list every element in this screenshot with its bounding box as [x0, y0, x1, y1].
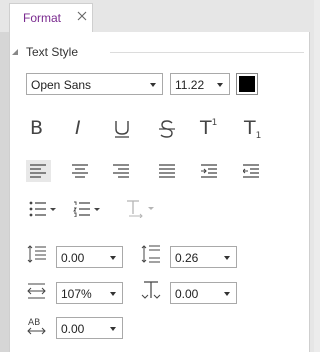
font-family-dropdown[interactable]: Open Sans [26, 73, 163, 95]
line-spacing-value: 0.00 [61, 251, 85, 265]
tab-format[interactable]: Format [9, 3, 93, 32]
char-scale-value: 107% [61, 287, 92, 301]
strikethrough-icon[interactable] [158, 119, 176, 139]
font-family-value: Open Sans [31, 78, 92, 92]
align-center-icon[interactable] [72, 164, 89, 178]
italic-icon[interactable]: I [75, 117, 81, 139]
paragraph-spacing-dropdown[interactable]: 0.26 [170, 246, 237, 268]
scrollbar-track[interactable] [310, 32, 314, 352]
letter-spacing-value: 0.00 [61, 322, 85, 336]
text-direction-icon [127, 200, 154, 218]
chevron-down-icon [150, 83, 156, 87]
chevron-down-icon [217, 83, 223, 87]
paragraph-spacing-icon [141, 245, 160, 263]
collapse-arrow-icon[interactable] [12, 49, 18, 55]
subscript-icon[interactable]: T1 [244, 117, 261, 141]
chevron-down-icon [110, 256, 116, 260]
line-spacing-dropdown[interactable]: 0.00 [56, 246, 123, 268]
left-gutter [0, 32, 9, 352]
outdent-icon[interactable] [243, 164, 260, 178]
font-size-dropdown[interactable]: 11.22 [170, 73, 230, 95]
char-scale-icon [27, 283, 46, 299]
baseline-offset-value: 0.00 [175, 287, 199, 301]
tab-bar: Format [0, 0, 314, 32]
underline-icon[interactable] [113, 119, 131, 139]
baseline-offset-dropdown[interactable]: 0.00 [170, 282, 237, 304]
paragraph-spacing-value: 0.26 [175, 251, 199, 265]
indent-icon[interactable] [201, 164, 218, 178]
close-icon[interactable] [77, 11, 87, 21]
numbered-list-icon[interactable] [73, 201, 103, 217]
chevron-down-icon [110, 292, 116, 296]
baseline-offset-icon [141, 281, 161, 299]
section-title: Text Style [26, 45, 79, 59]
letter-spacing-icon: AB [27, 318, 46, 335]
char-scale-dropdown[interactable]: 107% [56, 282, 123, 304]
superscript-icon[interactable]: T1 [200, 117, 217, 139]
font-color-picker[interactable] [236, 73, 258, 95]
line-spacing-icon [27, 245, 46, 263]
tab-format-label: Format [23, 11, 62, 25]
font-size-value: 11.22 [175, 78, 205, 92]
chevron-down-icon [110, 327, 116, 331]
chevron-down-icon [224, 292, 230, 296]
font-color-swatch [239, 76, 255, 92]
align-justify-icon[interactable] [159, 164, 176, 178]
bold-icon[interactable]: B [30, 117, 43, 139]
letter-spacing-dropdown[interactable]: 0.00 [56, 317, 123, 339]
align-left-icon[interactable] [30, 164, 47, 178]
bullet-list-icon[interactable] [29, 201, 59, 217]
chevron-down-icon [224, 256, 230, 260]
svg-text:AB: AB [28, 318, 40, 328]
align-right-icon[interactable] [113, 164, 130, 178]
section-divider [110, 52, 304, 53]
